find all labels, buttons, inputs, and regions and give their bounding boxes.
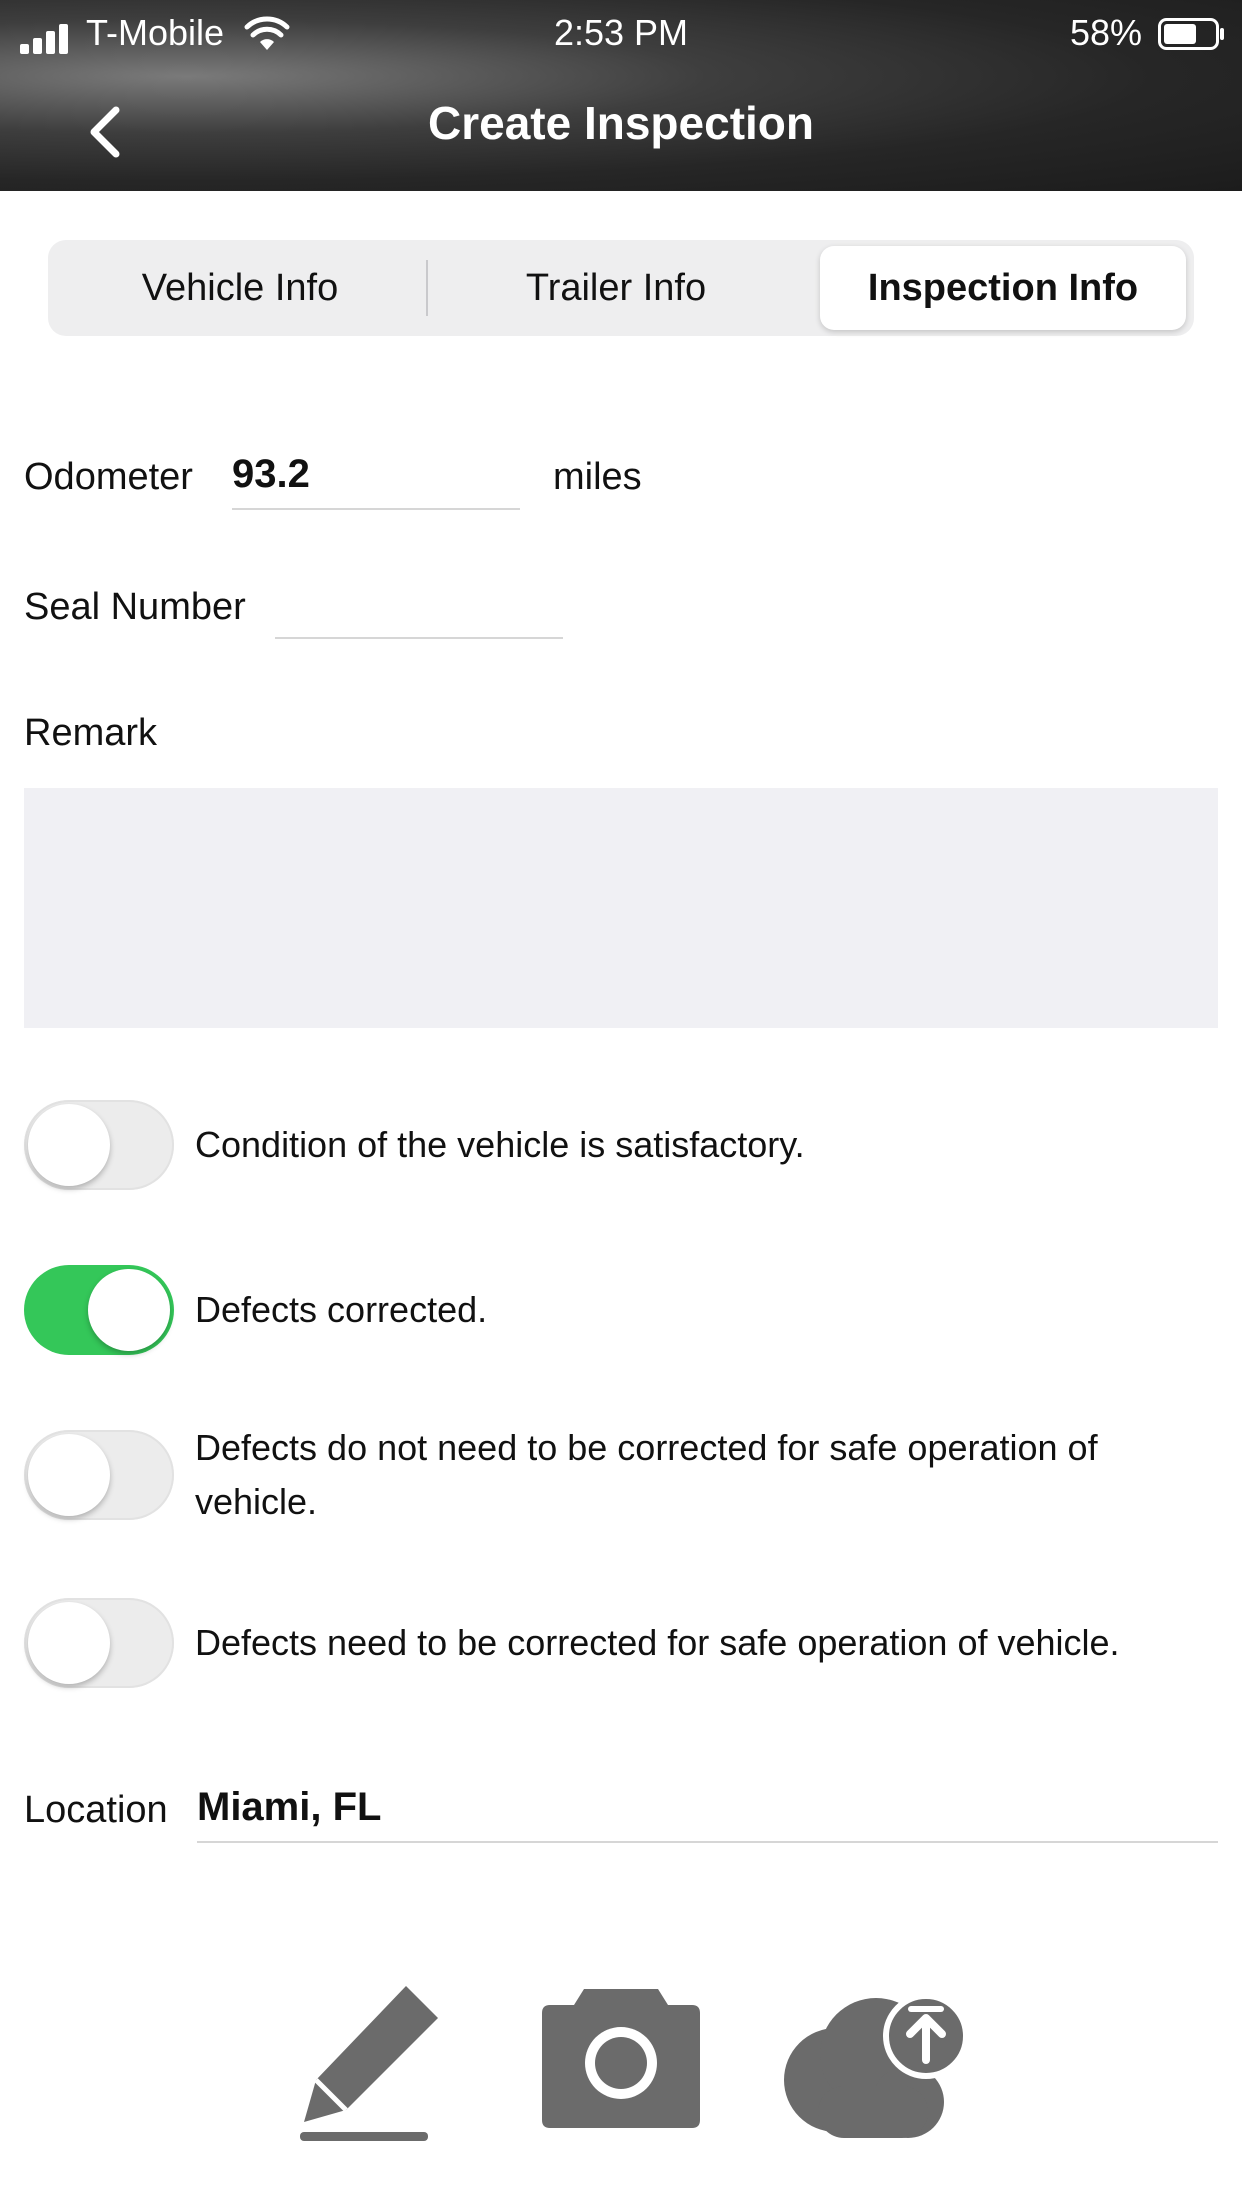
location-underline xyxy=(197,1841,1218,1843)
remark-label: Remark xyxy=(24,712,158,754)
cloud-upload-icon[interactable] xyxy=(778,1990,970,2140)
battery-percent: 58% xyxy=(1069,12,1142,53)
battery-icon xyxy=(1158,18,1224,50)
toggle-defects-corrected[interactable] xyxy=(24,1265,174,1355)
toggle-defects-need-correction[interactable] xyxy=(24,1598,174,1688)
remark-textarea[interactable] xyxy=(24,788,1218,1028)
toggle-label-defects-not-need-correction: Defects do not need to be corrected for … xyxy=(195,1427,1098,1522)
location-input[interactable]: Miami, FL xyxy=(197,1785,381,1830)
odometer-input[interactable]: 93.2 xyxy=(232,452,310,497)
seal-number-label: Seal Number xyxy=(24,586,246,628)
tab-inspection-info[interactable]: Inspection Info xyxy=(820,246,1186,330)
toggle-defects-not-need-correction[interactable] xyxy=(24,1430,174,1520)
tab-vehicle-info[interactable]: Vehicle Info xyxy=(54,246,426,330)
page-title: Create Inspection xyxy=(428,97,814,149)
location-label: Location xyxy=(24,1789,168,1831)
status-bar: T-Mobile 2:53 PM 58% xyxy=(0,10,1242,54)
toggle-label-defects-corrected: Defects corrected. xyxy=(195,1289,488,1330)
toggle-condition-satisfactory[interactable] xyxy=(24,1100,174,1190)
odometer-label: Odometer xyxy=(24,456,193,498)
tab-trailer-info[interactable]: Trailer Info xyxy=(430,246,802,330)
seal-number-input[interactable] xyxy=(275,637,563,639)
status-time: 2:53 PM xyxy=(553,12,689,53)
pencil-icon[interactable] xyxy=(296,1980,446,2145)
toggle-label-defects-need-correction: Defects need to be corrected for safe op… xyxy=(195,1622,1120,1663)
nav-header: T-Mobile 2:53 PM 58% Create Inspection xyxy=(0,0,1242,191)
tab-divider xyxy=(426,260,428,316)
info-tabs: Vehicle Info Trailer Info Inspection Inf… xyxy=(48,240,1194,336)
odometer-underline xyxy=(232,508,520,510)
odometer-unit: miles xyxy=(553,456,642,498)
toggle-label-condition-satisfactory: Condition of the vehicle is satisfactory… xyxy=(195,1124,805,1165)
camera-icon[interactable] xyxy=(540,1983,702,2128)
